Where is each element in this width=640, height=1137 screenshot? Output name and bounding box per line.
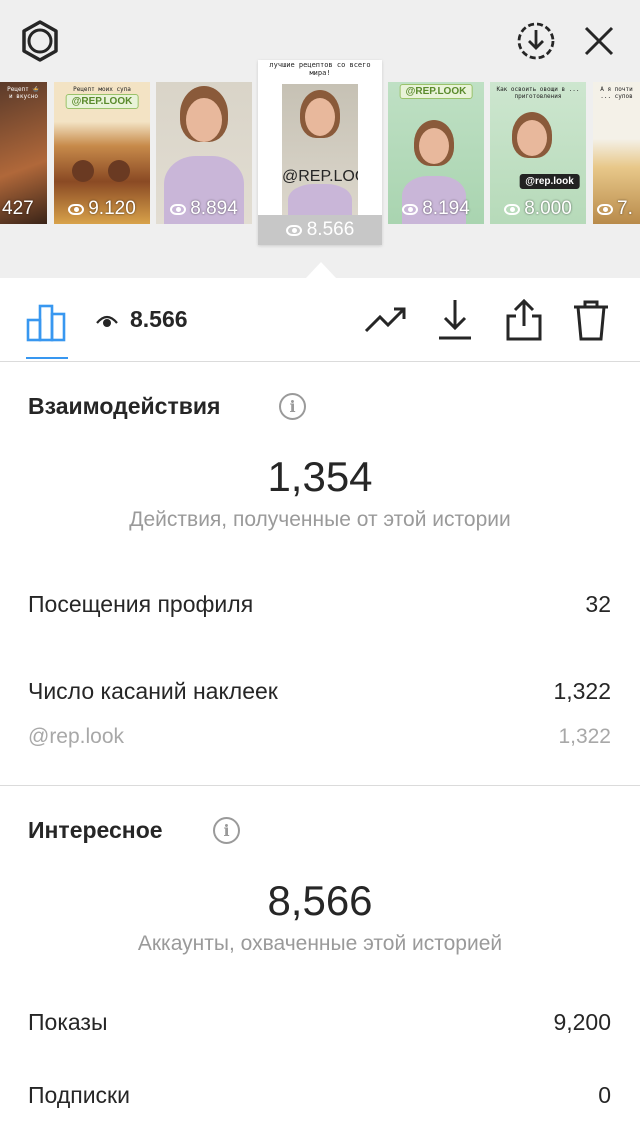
interactions-total: 1,354	[267, 453, 373, 500]
eye-icon	[170, 203, 187, 215]
story-thumbnail[interactable]: Рецепт моих супа @REP.LOOK 9.120	[54, 82, 150, 224]
story-views-count: 9.120	[88, 198, 136, 219]
share-icon[interactable]	[502, 298, 546, 342]
discovery-description: Аккаунты, охваченные этой историей	[137, 932, 503, 955]
impressions-value: 9,200	[553, 1009, 611, 1035]
profile-visits-label: Посещения профиля	[28, 591, 254, 617]
story-tag: @rep.look	[519, 174, 580, 189]
discovery-title: Интересное	[28, 817, 163, 843]
interactions-title: Взаимодействия	[28, 393, 221, 419]
follows-label: Подписки	[28, 1082, 130, 1108]
gear-icon[interactable]	[17, 18, 63, 64]
eye-icon	[96, 314, 118, 335]
insights-toolbar: 8.566	[0, 278, 640, 362]
download-circle-icon[interactable]	[513, 18, 559, 64]
follows-value: 0	[598, 1082, 611, 1108]
sticker-taps-label: Число касаний наклеек	[28, 678, 278, 704]
selected-story-views: 8.566	[258, 215, 382, 245]
story-caption: Рецепт 🍲 и вкусно	[7, 86, 40, 100]
eye-icon	[504, 203, 521, 215]
story-thumbnail[interactable]: А я почти ... супов 7.	[593, 82, 640, 224]
story-views: 9.120	[54, 198, 150, 220]
selected-story-preview: @REP.LOOK	[282, 84, 358, 216]
impressions-label: Показы	[28, 1009, 108, 1035]
sticker-mention-label: @rep.look	[28, 725, 125, 748]
eye-icon	[285, 224, 302, 236]
story-views-count: 427	[2, 198, 34, 219]
selected-story-caption: лучшие рецептов со всего мира!	[269, 61, 371, 77]
story-thumbnail[interactable]: Как освоить овощи в ... приготовления @r…	[490, 82, 586, 224]
section-divider	[0, 785, 640, 786]
story-caption: Как освоить овощи в ... приготовления	[496, 86, 580, 100]
trash-icon[interactable]	[569, 298, 613, 342]
story-views: 8.000	[490, 198, 586, 220]
profile-visits-value: 32	[585, 591, 611, 617]
eye-icon	[597, 203, 613, 215]
eye-icon	[402, 203, 419, 215]
story-thumbnail[interactable]: Рецепт 🍲 и вкусно 427	[0, 82, 47, 224]
info-icon[interactable]: i	[213, 817, 240, 844]
story-views: 427	[2, 198, 47, 220]
selection-pointer	[306, 262, 336, 278]
bar-chart-icon[interactable]	[24, 298, 70, 344]
story-caption: А я почти ... супов	[600, 86, 633, 100]
close-icon[interactable]	[576, 18, 622, 64]
story-views-count: 8.000	[524, 198, 572, 219]
story-tag: @REP.LOOK	[399, 84, 473, 99]
story-views: 7.	[597, 198, 640, 220]
selected-story-thumbnail[interactable]: лучшие рецептов со всего мира! @REP.LOOK…	[258, 60, 382, 245]
story-caption: Рецепт моих супа	[73, 86, 131, 93]
story-views: 8.194	[388, 198, 484, 220]
trending-icon[interactable]	[364, 298, 408, 342]
active-tab-indicator	[26, 357, 68, 359]
story-views-count: 7.	[617, 198, 633, 219]
sticker-taps-value: 1,322	[553, 678, 611, 704]
story-views-count: 8.194	[422, 198, 470, 219]
story-views: 8.894	[156, 198, 252, 220]
eye-icon	[68, 203, 85, 215]
download-icon[interactable]	[433, 298, 477, 342]
selected-story-views-count: 8.566	[306, 219, 355, 240]
discovery-total: 8,566	[267, 877, 373, 924]
sticker-mention-value: 1,322	[558, 725, 611, 748]
story-thumbnail[interactable]: @REP.LOOK 8.194	[388, 82, 484, 224]
interactions-description: Действия, полученные от этой истории	[129, 508, 511, 531]
views-count: 8.566	[130, 306, 188, 332]
story-tag: @REP.LOOK	[65, 94, 139, 109]
stories-strip-area: Рецепт 🍲 и вкусно 427 Рецепт моих супа @…	[0, 0, 640, 278]
info-icon[interactable]: i	[279, 393, 306, 420]
story-views-count: 8.894	[190, 198, 238, 219]
story-thumbnail[interactable]: 8.894	[156, 82, 252, 224]
